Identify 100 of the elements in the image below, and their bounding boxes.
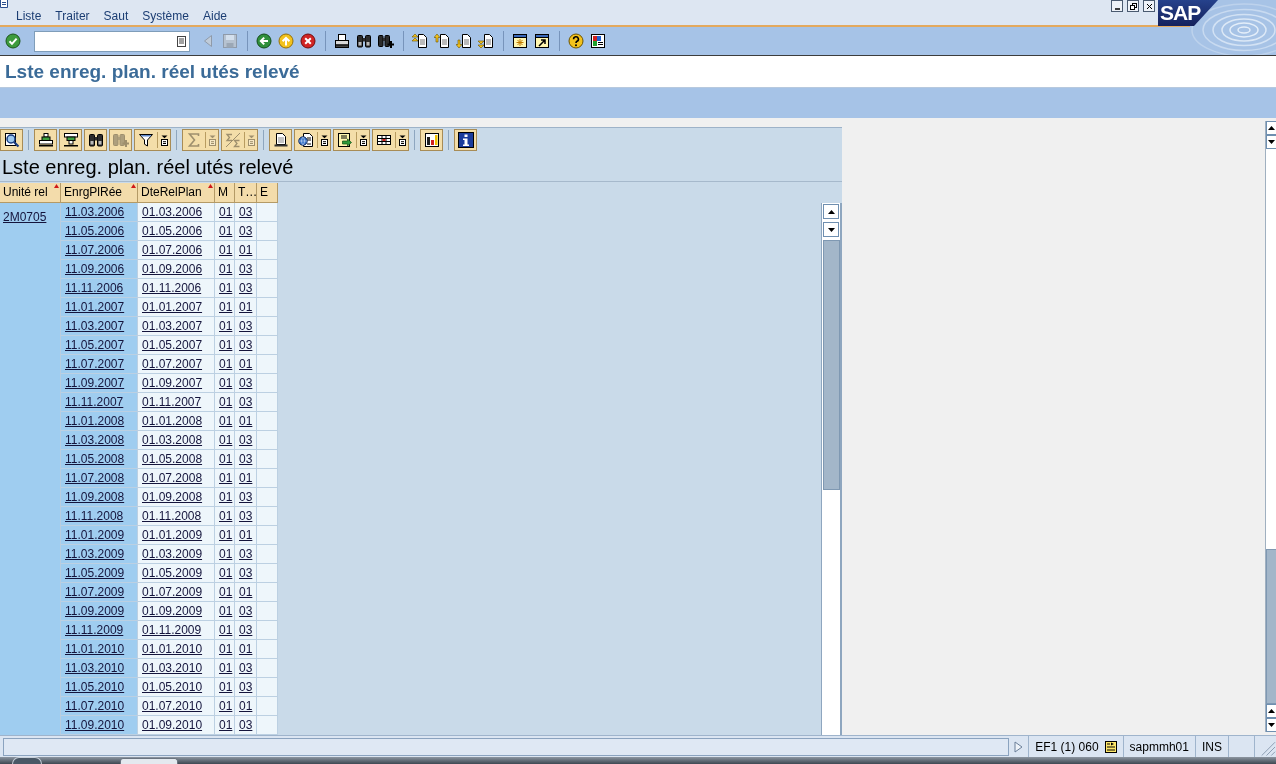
column-header[interactable]: Unité rel xyxy=(0,183,61,203)
table-cell[interactable]: 01 xyxy=(215,640,235,659)
table-cell[interactable]: 11.01.2008 xyxy=(61,412,138,431)
table-cell[interactable]: 11.05.2010 xyxy=(61,678,138,697)
menu-item[interactable]: Système xyxy=(142,9,189,23)
table-cell[interactable]: 03 xyxy=(235,507,257,526)
table-cell[interactable]: 11.11.2009 xyxy=(61,621,138,640)
find-button[interactable] xyxy=(84,129,107,151)
table-cell[interactable]: 03 xyxy=(235,203,257,222)
table-cell[interactable]: 03 xyxy=(235,317,257,336)
help-button[interactable] xyxy=(565,30,587,52)
table-cell[interactable]: 11.01.2007 xyxy=(61,298,138,317)
table-cell[interactable]: 01 xyxy=(215,279,235,298)
table-cell[interactable]: 11.05.2009 xyxy=(61,564,138,583)
table-cell[interactable]: 11.07.2009 xyxy=(61,583,138,602)
triangle-right-icon[interactable] xyxy=(1014,740,1024,753)
vertical-scrollbar[interactable] xyxy=(821,203,840,735)
column-header[interactable]: DteRelPlan xyxy=(138,183,215,203)
table-cell[interactable]: 11.07.2010 xyxy=(61,697,138,716)
layout-button[interactable] xyxy=(372,129,409,151)
table-cell[interactable]: 11.03.2009 xyxy=(61,545,138,564)
table-cell[interactable]: 11.01.2010 xyxy=(61,640,138,659)
table-cell[interactable]: 01.11.2007 xyxy=(138,393,215,412)
menu-item[interactable]: Traiter xyxy=(55,9,90,23)
table-cell[interactable]: 11.07.2008 xyxy=(61,469,138,488)
table-cell[interactable]: 01 xyxy=(215,260,235,279)
table-cell[interactable]: 01.07.2008 xyxy=(138,469,215,488)
cancel-button[interactable] xyxy=(297,30,319,52)
views-button[interactable] xyxy=(294,129,331,151)
minimize-button[interactable] xyxy=(1111,0,1123,12)
table-cell[interactable]: 01 xyxy=(215,393,235,412)
table-cell[interactable]: 03 xyxy=(235,279,257,298)
menu-item[interactable]: Liste xyxy=(16,9,42,23)
table-cell[interactable]: 01 xyxy=(235,583,257,602)
sort-ascending-button[interactable] xyxy=(34,129,57,151)
table-cell[interactable]: 01.07.2007 xyxy=(138,355,215,374)
table-cell[interactable]: 01.05.2009 xyxy=(138,564,215,583)
menu-item[interactable]: Aide xyxy=(202,9,227,23)
table-cell[interactable]: 01.03.2007 xyxy=(138,317,215,336)
table-cell[interactable]: 11.07.2007 xyxy=(61,355,138,374)
table-cell[interactable]: 03 xyxy=(235,222,257,241)
taskbar-button[interactable] xyxy=(120,758,178,764)
table-cell[interactable]: 03 xyxy=(235,545,257,564)
table-cell[interactable]: 03 xyxy=(235,659,257,678)
table-cell[interactable]: 01.07.2010 xyxy=(138,697,215,716)
table-cell[interactable]: 01.09.2008 xyxy=(138,488,215,507)
table-cell[interactable]: 11.09.2010 xyxy=(61,716,138,735)
table-cell[interactable]: 01 xyxy=(235,355,257,374)
table-cell[interactable]: 03 xyxy=(235,393,257,412)
table-cell[interactable]: 11.03.2010 xyxy=(61,659,138,678)
table-cell[interactable]: 01 xyxy=(215,678,235,697)
table-cell[interactable]: 11.09.2007 xyxy=(61,374,138,393)
enter-button[interactable] xyxy=(2,30,24,52)
details-button[interactable] xyxy=(0,129,23,151)
table-cell[interactable]: 03 xyxy=(235,716,257,735)
table-cell[interactable]: 01 xyxy=(215,222,235,241)
table-cell[interactable]: 03 xyxy=(235,450,257,469)
information-button[interactable] xyxy=(454,129,477,151)
table-cell[interactable]: 01 xyxy=(215,697,235,716)
table-cell[interactable]: 01.03.2010 xyxy=(138,659,215,678)
table-cell[interactable]: 11.09.2009 xyxy=(61,602,138,621)
scroll-down-button[interactable] xyxy=(1266,718,1276,732)
table-cell[interactable]: 03 xyxy=(235,431,257,450)
table-cell[interactable]: 01.05.2007 xyxy=(138,336,215,355)
table-cell[interactable]: 01 xyxy=(215,412,235,431)
table-cell[interactable]: 01 xyxy=(215,298,235,317)
table-cell[interactable]: 11.11.2006 xyxy=(61,279,138,298)
restore-button[interactable] xyxy=(1127,0,1139,12)
table-cell[interactable]: 11.09.2008 xyxy=(61,488,138,507)
table-cell[interactable]: 01.09.2007 xyxy=(138,374,215,393)
table-cell[interactable]: 01 xyxy=(215,336,235,355)
table-cell[interactable]: 11.01.2009 xyxy=(61,526,138,545)
table-cell[interactable]: 03 xyxy=(235,336,257,355)
scrollbar-thumb[interactable] xyxy=(822,240,840,490)
table-cell[interactable]: 01 xyxy=(215,203,235,222)
table-cell[interactable]: 01 xyxy=(235,697,257,716)
scrollbar-thumb[interactable] xyxy=(1266,549,1276,704)
table-cell[interactable]: 01 xyxy=(215,450,235,469)
scroll-up-button[interactable] xyxy=(1266,121,1276,135)
table-cell[interactable]: 01.11.2008 xyxy=(138,507,215,526)
list-icon[interactable] xyxy=(1104,740,1117,753)
table-cell[interactable]: 11.03.2007 xyxy=(61,317,138,336)
table-cell[interactable]: 01 xyxy=(215,488,235,507)
table-cell[interactable]: 01 xyxy=(215,507,235,526)
table-cell[interactable]: 01.07.2006 xyxy=(138,241,215,260)
page-icon[interactable] xyxy=(0,0,10,8)
table-cell[interactable]: 01.09.2010 xyxy=(138,716,215,735)
scroll-up-button[interactable] xyxy=(1266,704,1276,718)
table-cell[interactable]: 01 xyxy=(215,526,235,545)
table-cell[interactable]: 01.09.2006 xyxy=(138,260,215,279)
column-header[interactable]: EnrgPlRée xyxy=(61,183,138,203)
close-button[interactable] xyxy=(1143,0,1155,12)
table-cell[interactable]: 01 xyxy=(235,412,257,431)
table-cell[interactable]: 01 xyxy=(215,564,235,583)
filter-button[interactable] xyxy=(134,129,171,151)
table-cell[interactable]: 01.01.2010 xyxy=(138,640,215,659)
back-button[interactable] xyxy=(253,30,275,52)
table-cell[interactable]: 03 xyxy=(235,602,257,621)
column-header[interactable]: M xyxy=(215,183,235,203)
table-cell[interactable]: 03 xyxy=(235,678,257,697)
